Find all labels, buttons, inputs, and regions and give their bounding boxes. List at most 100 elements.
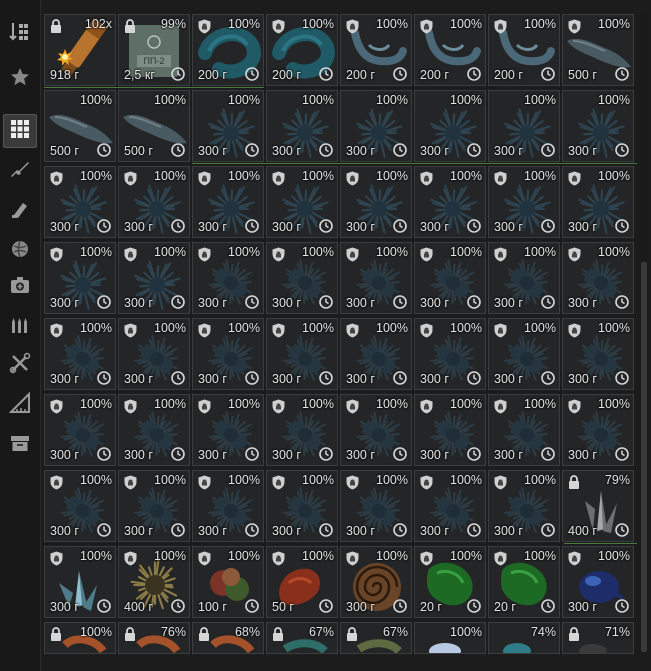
clock-icon <box>319 371 333 385</box>
inventory-item-slot[interactable]: 100% 300 г <box>118 166 190 238</box>
inventory-item-slot[interactable]: 100% 20 г <box>488 546 560 618</box>
inventory-item-slot[interactable]: 100% 300 г <box>192 166 264 238</box>
inventory-item-slot[interactable]: 100% 300 г <box>340 242 412 314</box>
inventory-item-slot[interactable]: 100% <box>414 622 486 654</box>
inventory-item-slot[interactable]: 100% 300 г <box>192 242 264 314</box>
inventory-item-slot[interactable]: 100% 300 г <box>44 166 116 238</box>
inventory-item-slot[interactable]: 100% 300 г <box>414 318 486 390</box>
sidebar-all-items-grid-button[interactable] <box>3 114 37 148</box>
all-items-grid-icon <box>9 118 31 144</box>
inventory-item-slot[interactable]: 100% 300 г <box>414 394 486 466</box>
inventory-item-slot[interactable]: 100% 300 г <box>192 470 264 542</box>
inventory-item-slot[interactable]: 100% 300 г <box>562 394 634 466</box>
inventory-item-slot[interactable]: 100% 300 г <box>44 546 116 618</box>
inventory-item-slot[interactable]: 100% 300 г <box>488 318 560 390</box>
lock-icon <box>568 627 580 641</box>
inventory-item-slot[interactable]: 100% 300 г <box>192 90 264 162</box>
inventory-item-slot[interactable]: 100% 300 г <box>266 394 338 466</box>
inventory-item-slot[interactable]: 100% 300 г <box>562 318 634 390</box>
inventory-item-slot[interactable]: 100% 200 г <box>192 14 264 86</box>
inventory-item-slot[interactable]: 100% 300 г <box>118 242 190 314</box>
found-in-raid-shield-icon <box>198 475 211 490</box>
inventory-item-slot[interactable]: 100% 300 г <box>340 470 412 542</box>
found-in-raid-shield-icon <box>50 247 63 262</box>
inventory-item-slot[interactable]: 100% 500 г <box>44 90 116 162</box>
inventory-item-slot[interactable]: 67% <box>340 622 412 654</box>
inventory-item-slot[interactable]: 100% 400 г <box>118 546 190 618</box>
inventory-item-slot[interactable]: 100% 200 г <box>340 14 412 86</box>
inventory-item-slot[interactable]: 100% 300 г <box>414 90 486 162</box>
inventory-item-slot[interactable]: 100% 200 г <box>488 14 560 86</box>
inventory-item-slot[interactable]: 100% 300 г <box>488 90 560 162</box>
inventory-item-slot[interactable]: 100% 300 г <box>488 166 560 238</box>
inventory-item-slot[interactable]: 100% 300 г <box>266 470 338 542</box>
sidebar-medical-kit-button[interactable] <box>3 270 37 304</box>
clock-icon <box>319 219 333 233</box>
inventory-item-slot[interactable]: 79% 400 г <box>562 470 634 542</box>
inventory-item-slot[interactable]: 100% 300 г <box>340 90 412 162</box>
inventory-item-slot[interactable]: 100% 300 г <box>414 242 486 314</box>
item-condition-label: 100% <box>228 473 260 487</box>
inventory-item-slot[interactable]: 100% 300 г <box>340 318 412 390</box>
sidebar-gear-parts-button[interactable] <box>3 194 37 228</box>
inventory-item-slot[interactable]: 100% 300 г <box>488 470 560 542</box>
inventory-item-slot[interactable]: 100% 300 г <box>44 470 116 542</box>
inventory-item-slot[interactable]: 100% 300 г <box>562 166 634 238</box>
clock-icon <box>171 523 185 537</box>
inventory-item-slot[interactable]: 100% 50 г <box>266 546 338 618</box>
inventory-item-slot[interactable]: 100% 300 г <box>118 394 190 466</box>
inventory-item-slot[interactable]: 71% <box>562 622 634 654</box>
sidebar-sort-button[interactable] <box>3 16 37 50</box>
maps-ruler-icon <box>8 391 31 418</box>
inventory-item-slot[interactable]: 76% <box>118 622 190 654</box>
inventory-item-slot[interactable]: 100% <box>44 622 116 654</box>
item-condition-label: 100% <box>524 549 556 563</box>
inventory-item-slot[interactable]: 100% 300 г <box>340 546 412 618</box>
inventory-item-slot[interactable]: 100% 500 г <box>562 14 634 86</box>
inventory-item-slot[interactable]: 68% <box>192 622 264 654</box>
inventory-item-slot[interactable]: 100% 20 г <box>414 546 486 618</box>
inventory-item-slot[interactable]: 100% 300 г <box>340 394 412 466</box>
inventory-item-slot[interactable]: 100% 300 г <box>266 242 338 314</box>
inventory-item-slot[interactable]: 100% 300 г <box>562 90 634 162</box>
sidebar-maps-ruler-button[interactable] <box>3 388 37 422</box>
sidebar-barter-ball-button[interactable] <box>3 234 37 268</box>
inventory-item-slot[interactable]: 100% 100 г <box>192 546 264 618</box>
found-in-raid-shield-icon <box>272 475 285 490</box>
inventory-item-slot[interactable]: 74% <box>488 622 560 654</box>
inventory-item-slot[interactable]: 100% 300 г <box>192 318 264 390</box>
inventory-item-slot[interactable]: 100% 300 г <box>488 394 560 466</box>
inventory-item-slot[interactable]: 100% 300 г <box>118 470 190 542</box>
inventory-item-slot[interactable]: ПП-2 99% 2,5 кг <box>118 14 190 86</box>
inventory-item-slot[interactable]: 100% 300 г <box>266 90 338 162</box>
inventory-item-slot[interactable]: 100% 300 г <box>266 318 338 390</box>
inventory-item-slot[interactable]: 100% 300 г <box>562 242 634 314</box>
item-weight-label: 300 г <box>568 600 597 614</box>
inventory-item-slot[interactable]: 102x 918 г <box>44 14 116 86</box>
sidebar-tools-button[interactable] <box>3 348 37 382</box>
inventory-item-slot[interactable]: 100% 300 г <box>192 394 264 466</box>
inventory-item-slot[interactable]: 100% 300 г <box>118 318 190 390</box>
inventory-item-slot[interactable]: 100% 300 г <box>414 470 486 542</box>
inventory-item-slot[interactable]: 100% 500 г <box>118 90 190 162</box>
inventory-item-slot[interactable]: 100% 300 г <box>488 242 560 314</box>
sidebar-containers-box-button[interactable] <box>3 428 37 462</box>
item-condition-label: 100% <box>80 549 112 563</box>
inventory-item-slot[interactable]: 100% 200 г <box>266 14 338 86</box>
inventory-item-slot[interactable]: 100% 300 г <box>44 318 116 390</box>
inventory-item-slot[interactable]: 100% 300 г <box>414 166 486 238</box>
inventory-item-slot[interactable]: 100% 200 г <box>414 14 486 86</box>
sidebar-favorites-star-button[interactable] <box>3 62 37 96</box>
scrollbar-thumb[interactable] <box>641 262 647 652</box>
inventory-item-slot[interactable]: 100% 300 г <box>44 242 116 314</box>
sidebar-weapons-rifle-button[interactable] <box>3 154 37 188</box>
item-condition-label: 100% <box>450 245 482 259</box>
inventory-item-slot[interactable]: 100% 300 г <box>562 546 634 618</box>
item-weight-label: 300 г <box>494 144 523 158</box>
gear-parts-icon <box>9 198 31 224</box>
inventory-item-slot[interactable]: 100% 300 г <box>340 166 412 238</box>
inventory-item-slot[interactable]: 100% 300 г <box>266 166 338 238</box>
sidebar-ammo-button[interactable] <box>3 310 37 344</box>
inventory-item-slot[interactable]: 67% <box>266 622 338 654</box>
inventory-item-slot[interactable]: 100% 300 г <box>44 394 116 466</box>
